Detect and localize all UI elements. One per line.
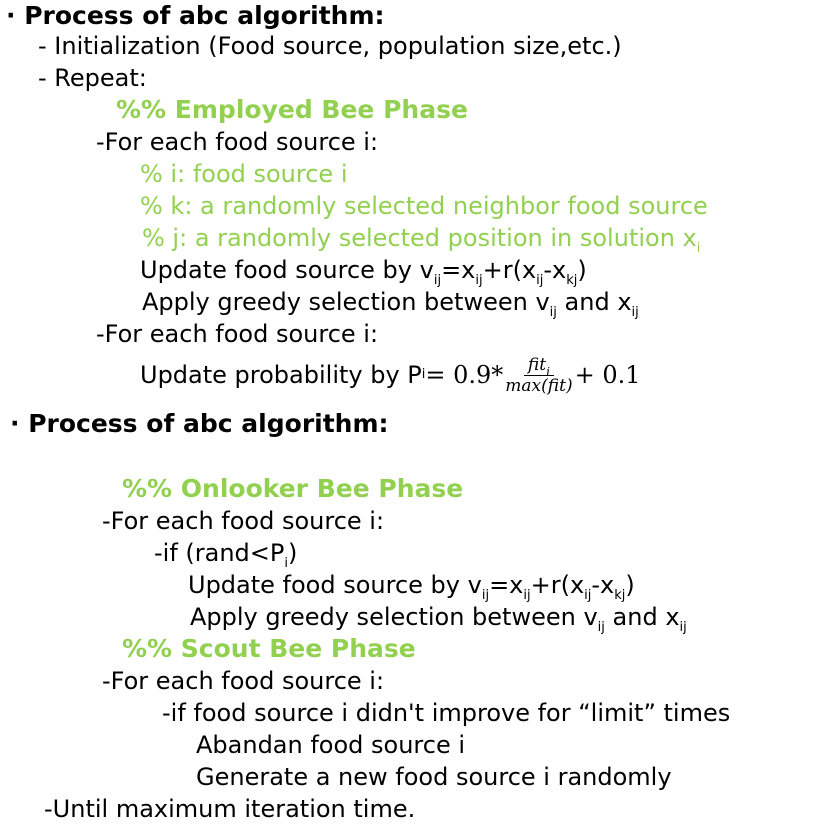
onlooker-for-each-line: -For each food source i: [102,507,385,535]
if-limit-line: -if food source i didn't improve for “li… [162,699,731,727]
employed-bee-phase-title: %% Employed Bee Phase [116,95,468,124]
update-food-source-line-2: Update food source by vij=xij+r(xij-xkj) [188,571,635,603]
initialization-line: - Initialization (Food source, populatio… [38,32,622,60]
greedy-selection-line-1: Apply greedy selection between vij and x… [142,288,639,320]
comment-i: % i: food source i [140,160,348,188]
scout-for-each-line: -For each food source i: [102,667,385,695]
comment-k: % k: a randomly selected neighbor food s… [140,192,708,220]
if-rand-line: -if (rand<Pi) [154,539,298,571]
update-probability-line: Update probability by Pi = 0.9* fiti max… [140,354,641,396]
probability-fraction: fiti max(fit) [505,354,573,396]
until-line: -Until maximum iteration time. [44,795,416,823]
section2-heading: · Process of abc algorithm: [10,409,389,438]
scout-bee-phase-title: %% Scout Bee Phase [122,634,416,663]
section1-heading: · Process of abc algorithm: [6,1,385,30]
generate-line: Generate a new food source i randomly [196,763,672,791]
for-each-line-2: -For each food source i: [96,320,379,348]
repeat-line: - Repeat: [38,64,147,92]
for-each-line-1: -For each food source i: [96,128,379,156]
comment-j: % j: a randomly selected position in sol… [142,224,701,256]
greedy-selection-line-2: Apply greedy selection between vij and x… [190,603,687,635]
abandon-line: Abandan food source i [196,731,466,759]
update-food-source-line-1: Update food source by vij=xij+r(xij-xkj) [140,256,587,288]
onlooker-bee-phase-title: %% Onlooker Bee Phase [122,474,464,503]
